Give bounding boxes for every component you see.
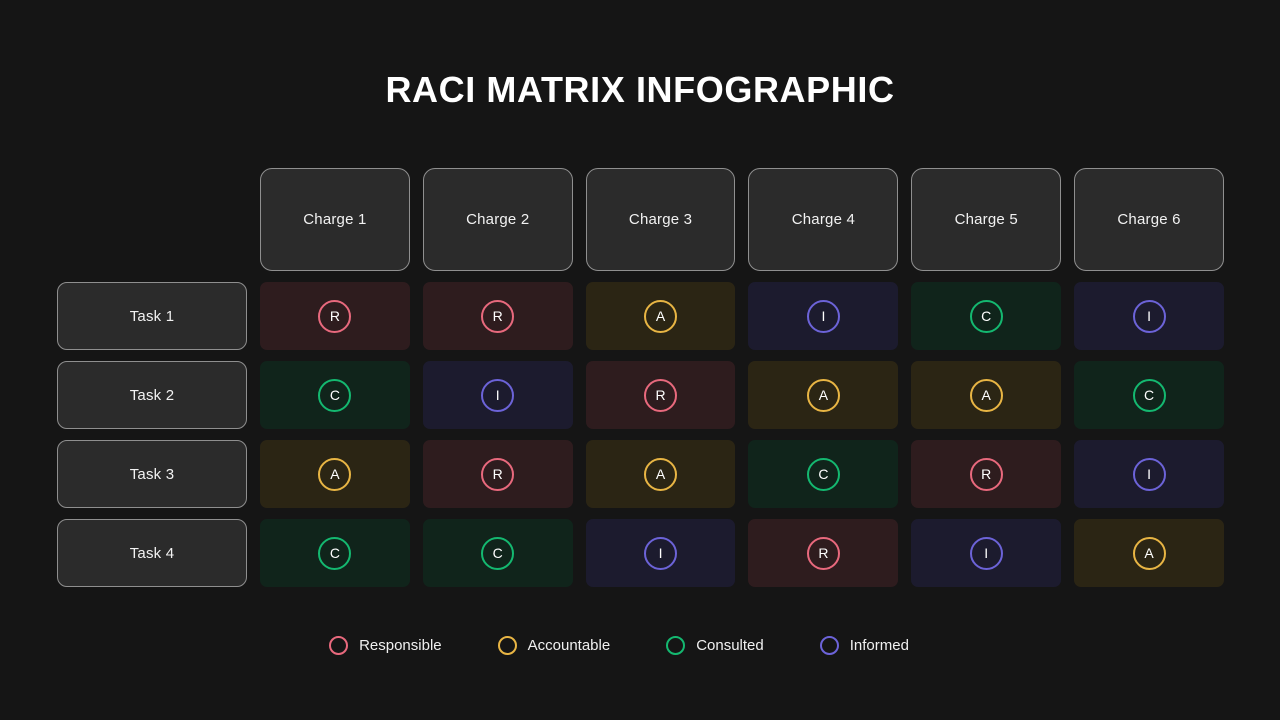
matrix-corner-spacer <box>57 168 247 271</box>
matrix-cell[interactable]: A <box>748 361 899 429</box>
legend-dot-icon <box>497 636 517 655</box>
role-badge: A <box>1132 536 1166 570</box>
role-badge: R <box>481 299 515 333</box>
legend-label: Consulted <box>696 637 764 654</box>
page-title: RACI MATRIX INFOGRAPHIC <box>385 69 895 110</box>
role-badge: C <box>1132 378 1166 412</box>
legend-label: Informed <box>849 637 909 654</box>
matrix-header-row: Charge 1 Charge 2 Charge 3 Charge 4 Char… <box>57 168 1224 271</box>
role-badge: I <box>1132 457 1166 491</box>
matrix-cell[interactable]: A <box>260 440 410 508</box>
legend-item-accountable: Accountable <box>497 636 611 655</box>
role-badge: I <box>969 536 1003 570</box>
role-badge: C <box>806 457 840 491</box>
column-header-charge-5[interactable]: Charge 5 <box>911 168 1062 271</box>
matrix-cell[interactable]: A <box>911 361 1062 429</box>
column-header-charge-1[interactable]: Charge 1 <box>260 168 410 271</box>
matrix-cell[interactable]: R <box>422 282 573 350</box>
legend-item-consulted: Consulted <box>666 636 764 655</box>
role-badge: R <box>644 378 678 412</box>
matrix-cell[interactable]: C <box>911 282 1062 350</box>
role-badge: A <box>318 457 352 491</box>
role-badge: A <box>644 299 678 333</box>
matrix-cell[interactable]: I <box>748 282 899 350</box>
table-row: Task 1 R R A I C I <box>57 282 1224 350</box>
column-header-charge-4[interactable]: Charge 4 <box>748 168 899 271</box>
role-badge: A <box>969 378 1003 412</box>
legend-dot-icon <box>329 636 349 655</box>
matrix-cell[interactable]: A <box>585 282 736 350</box>
matrix-cell[interactable]: I <box>422 361 573 429</box>
matrix-cell[interactable]: C <box>260 361 410 429</box>
matrix-cell[interactable]: I <box>585 519 736 587</box>
matrix-cell[interactable]: A <box>585 440 736 508</box>
role-badge: A <box>806 378 840 412</box>
role-badge: R <box>481 457 515 491</box>
legend-item-responsible: Responsible <box>329 636 442 655</box>
legend-dot-icon <box>666 636 686 655</box>
role-badge: R <box>969 457 1003 491</box>
role-badge: R <box>806 536 840 570</box>
matrix-cell[interactable]: C <box>260 519 410 587</box>
legend-label: Accountable <box>527 637 611 654</box>
column-header-charge-6[interactable]: Charge 6 <box>1074 168 1224 271</box>
matrix-cell[interactable]: R <box>911 440 1062 508</box>
matrix-cell[interactable]: R <box>748 519 899 587</box>
matrix-cell[interactable]: R <box>260 282 410 350</box>
role-badge: I <box>481 378 515 412</box>
role-badge: I <box>1132 299 1166 333</box>
matrix-cell[interactable]: C <box>422 519 573 587</box>
matrix-cell[interactable]: I <box>1074 440 1224 508</box>
role-badge: C <box>318 378 352 412</box>
role-badge: R <box>318 299 352 333</box>
raci-matrix: Charge 1 Charge 2 Charge 3 Charge 4 Char… <box>57 168 1224 587</box>
matrix-cell[interactable]: C <box>1074 361 1224 429</box>
row-label-task-2[interactable]: Task 2 <box>57 361 247 429</box>
table-row: Task 4 C C I R I A <box>57 519 1224 587</box>
matrix-cell[interactable]: C <box>748 440 899 508</box>
row-label-task-3[interactable]: Task 3 <box>57 440 247 508</box>
role-badge: I <box>644 536 678 570</box>
matrix-cell[interactable]: A <box>1074 519 1224 587</box>
table-row: Task 3 A R A C R I <box>57 440 1224 508</box>
matrix-cell[interactable]: R <box>422 440 573 508</box>
role-badge: C <box>481 536 515 570</box>
legend-dot-icon <box>819 636 839 655</box>
column-header-charge-3[interactable]: Charge 3 <box>585 168 736 271</box>
legend: Responsible Accountable Consulted Inform… <box>0 636 1280 655</box>
legend-item-informed: Informed <box>819 636 909 655</box>
role-badge: I <box>806 299 840 333</box>
matrix-cell[interactable]: I <box>911 519 1062 587</box>
matrix-cell[interactable]: I <box>1074 282 1224 350</box>
legend-label: Responsible <box>359 637 442 654</box>
role-badge: C <box>318 536 352 570</box>
row-label-task-4[interactable]: Task 4 <box>57 519 247 587</box>
row-label-task-1[interactable]: Task 1 <box>57 282 247 350</box>
matrix-cell[interactable]: R <box>585 361 736 429</box>
role-badge: C <box>969 299 1003 333</box>
column-header-charge-2[interactable]: Charge 2 <box>422 168 573 271</box>
role-badge: A <box>644 457 678 491</box>
table-row: Task 2 C I R A A C <box>57 361 1224 429</box>
